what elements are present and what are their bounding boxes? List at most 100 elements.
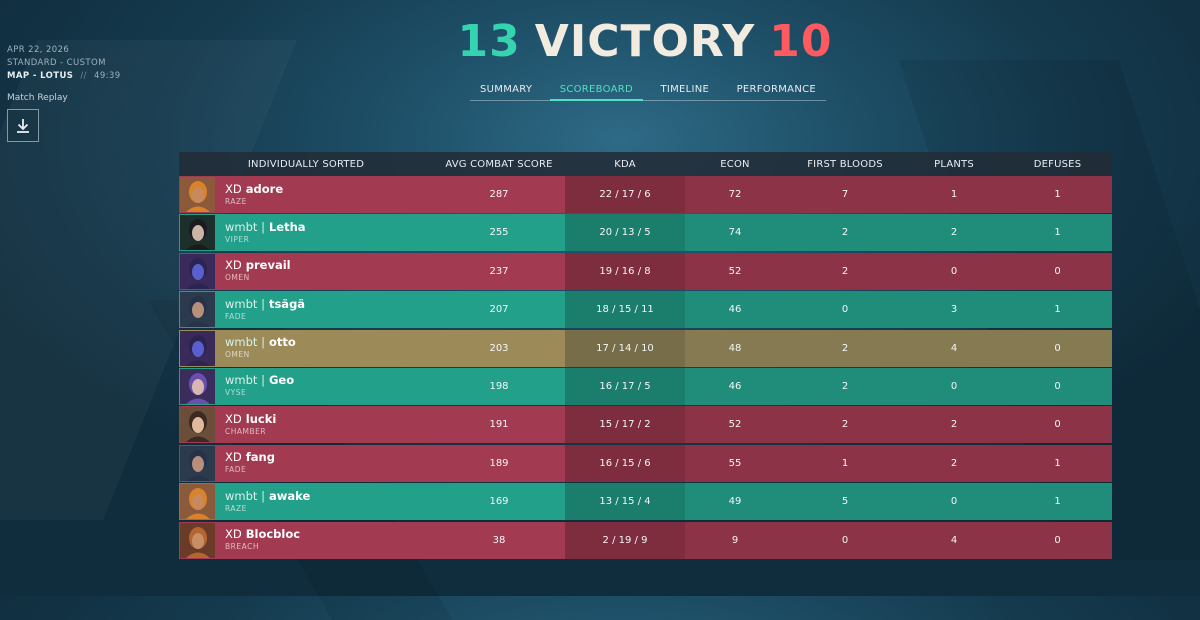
player-name: wmbt | otto xyxy=(225,336,296,349)
table-row[interactable]: XD prevail OMEN 237 19 / 16 / 8 52 2 0 0 xyxy=(179,252,1112,290)
player-cell: XD prevail OMEN xyxy=(179,253,433,290)
kda-value: 20 / 13 / 5 xyxy=(599,227,651,239)
player-name: XD adore xyxy=(225,181,284,196)
agent-avatar xyxy=(180,215,215,251)
player-name: XD lucki xyxy=(225,411,277,426)
column-header-sort[interactable]: INDIVIDUALLY SORTED xyxy=(179,159,433,170)
kda-value: 22 / 17 / 6 xyxy=(599,189,651,200)
column-header-first-bloods[interactable]: FIRST BLOODS xyxy=(785,159,905,170)
first-bloods-value: 2 xyxy=(841,380,849,392)
table-row[interactable]: XD Blocbloc BREACH 38 2 / 19 / 9 9 0 4 0 xyxy=(179,521,1112,559)
plants-value: 2 xyxy=(950,419,958,431)
kda-value: 16 / 17 / 5 xyxy=(599,380,651,392)
match-result: VICTORY xyxy=(534,16,756,67)
player-cell: XD lucki CHAMBER xyxy=(179,406,433,443)
econ-value: 72 xyxy=(728,189,742,200)
kda-value: 19 / 16 / 8 xyxy=(599,265,651,277)
table-row[interactable]: wmbt | Geo VYSE 198 16 / 17 / 5 46 2 0 0 xyxy=(179,367,1112,405)
column-header-plants[interactable]: PLANTS xyxy=(905,159,1003,170)
agent-portrait-icon xyxy=(180,177,215,212)
match-duration: 49:39 xyxy=(94,71,121,81)
player-name: wmbt | Geo xyxy=(225,374,294,387)
player-team-tag: XD xyxy=(225,258,242,273)
agent-name: BREACH xyxy=(225,542,259,552)
kda-value: 16 / 15 / 6 xyxy=(599,457,651,469)
defuses-value: 0 xyxy=(1054,265,1061,277)
player-cell: wmbt | awake RAZE xyxy=(179,483,433,520)
tab-performance[interactable]: PERFORMANCE xyxy=(727,82,826,99)
defuses-value: 1 xyxy=(1054,227,1061,239)
plants-value: 0 xyxy=(950,380,958,392)
table-row[interactable]: wmbt | otto OMEN 203 17 / 14 / 10 48 2 4… xyxy=(179,329,1112,367)
plants-value: 1 xyxy=(950,189,958,200)
acs-value: 38 xyxy=(492,534,506,546)
econ-value: 55 xyxy=(728,457,742,469)
table-row[interactable]: XD lucki CHAMBER 191 15 / 17 / 2 52 2 2 … xyxy=(179,406,1112,444)
column-header-econ[interactable]: ECON xyxy=(685,159,785,170)
econ-value: 74 xyxy=(728,227,742,239)
table-row[interactable]: wmbt | Letha VIPER 255 20 / 13 / 5 74 2 … xyxy=(179,214,1112,252)
player-handle: otto xyxy=(268,335,296,350)
player-team-tag: wmbt | xyxy=(225,219,265,234)
column-header-kda[interactable]: KDA xyxy=(565,159,685,170)
table-row[interactable]: wmbt | tsägä FADE 207 18 / 15 / 11 46 0 … xyxy=(179,291,1112,329)
player-team-tag: wmbt | xyxy=(225,296,265,311)
agent-name: CHAMBER xyxy=(225,426,267,436)
agent-avatar xyxy=(180,368,215,404)
econ-value: 49 xyxy=(728,496,742,508)
tab-scoreboard[interactable]: SCOREBOARD xyxy=(549,82,644,101)
player-handle: lucki xyxy=(245,411,277,426)
agent-portrait-icon xyxy=(180,407,215,443)
econ-value: 9 xyxy=(731,534,739,546)
player-cell: XD fang FADE xyxy=(179,445,433,482)
player-team-tag: XD xyxy=(225,181,242,196)
plants-value: 3 xyxy=(950,304,958,316)
match-result-header: 13 VICTORY 10 xyxy=(0,16,1200,67)
player-cell: wmbt | Letha VIPER xyxy=(179,214,433,251)
download-icon xyxy=(17,118,29,133)
player-cell: XD adore RAZE xyxy=(179,176,433,213)
defuses-value: 1 xyxy=(1054,457,1061,469)
agent-name: RAZE xyxy=(225,196,247,206)
player-cell: wmbt | otto OMEN xyxy=(179,329,433,367)
player-handle: tsägä xyxy=(268,296,306,311)
player-team-tag: XD xyxy=(225,450,242,465)
player-name: wmbt | tsägä xyxy=(225,296,306,311)
agent-name: VIPER xyxy=(225,234,250,244)
tab-summary[interactable]: SUMMARY xyxy=(470,82,542,99)
current-player-marker xyxy=(433,329,441,366)
column-header-defuses[interactable]: DEFUSES xyxy=(1003,159,1112,170)
econ-value: 46 xyxy=(728,380,742,392)
player-name: XD Blocbloc xyxy=(225,528,300,541)
table-row[interactable]: XD adore RAZE 287 22 / 17 / 6 72 7 1 1 xyxy=(179,176,1112,213)
agent-portrait-icon xyxy=(180,215,215,251)
table-body: XD adore RAZE 287 22 / 17 / 6 72 7 1 1 w… xyxy=(179,176,1112,559)
defuses-value: 0 xyxy=(1054,419,1061,431)
column-header-acs[interactable]: AVG COMBAT SCORE xyxy=(433,159,565,170)
player-team-tag: wmbt | xyxy=(225,373,265,388)
tab-timeline[interactable]: TIMELINE xyxy=(650,82,719,99)
table-header: INDIVIDUALLY SORTED AVG COMBAT SCORE KDA… xyxy=(179,152,1112,176)
first-bloods-value: 2 xyxy=(841,265,849,277)
player-team-tag: wmbt | xyxy=(225,335,265,350)
first-bloods-value: 7 xyxy=(841,189,849,200)
team-score: 13 xyxy=(457,16,521,67)
match-map: MAP - LOTUS xyxy=(7,71,74,81)
econ-value: 48 xyxy=(728,342,742,354)
agent-portrait-icon xyxy=(180,292,215,328)
player-handle: adore xyxy=(245,181,284,196)
agent-avatar xyxy=(180,177,215,212)
player-handle: fang xyxy=(245,450,275,465)
download-replay-button[interactable] xyxy=(7,109,39,142)
table-row[interactable]: XD fang FADE 189 16 / 15 / 6 55 1 2 1 xyxy=(179,444,1112,482)
table-row[interactable]: wmbt | awake RAZE 169 13 / 15 / 4 49 5 0… xyxy=(179,483,1112,521)
player-name: wmbt | awake xyxy=(225,489,310,503)
agent-name: FADE xyxy=(225,311,247,321)
player-name: wmbt | Letha xyxy=(225,219,306,234)
plants-value: 2 xyxy=(950,227,958,239)
player-cell: XD Blocbloc BREACH xyxy=(179,522,433,559)
first-bloods-value: 2 xyxy=(841,342,849,354)
agent-avatar xyxy=(180,253,215,289)
defuses-value: 0 xyxy=(1054,342,1061,354)
agent-portrait-icon xyxy=(180,484,215,520)
